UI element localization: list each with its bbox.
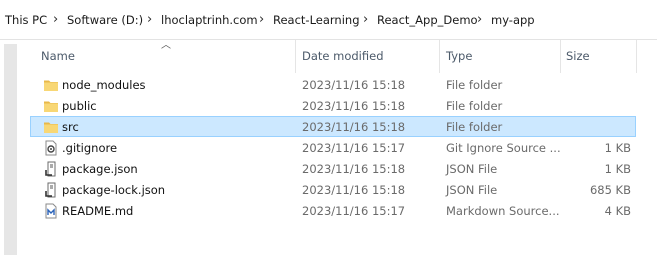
column-divider[interactable] bbox=[295, 40, 296, 73]
file-size: 685 KB bbox=[589, 183, 631, 197]
file-name: node_modules bbox=[62, 78, 146, 92]
chevron-right-icon[interactable]: › bbox=[147, 12, 152, 27]
breadcrumb-item-software-drive[interactable]: Software (D:) bbox=[67, 13, 143, 27]
list-item[interactable]: node_modules 2023/11/16 15:18 File folde… bbox=[30, 74, 636, 95]
file-date-modified: 2023/11/16 15:17 bbox=[302, 204, 406, 218]
list-item[interactable]: .gitignore 2023/11/16 15:17 Git Ignore S… bbox=[30, 137, 636, 158]
column-divider[interactable] bbox=[560, 40, 561, 73]
file-name: package.json bbox=[62, 162, 138, 176]
file-name: public bbox=[62, 99, 97, 113]
breadcrumb-item-react-app-demo[interactable]: React_App_Demo bbox=[377, 13, 478, 27]
column-header-date-modified[interactable]: Date modified bbox=[302, 49, 384, 63]
file-name: src bbox=[62, 120, 79, 134]
sort-ascending-icon: ︿ bbox=[161, 40, 171, 51]
file-type: File folder bbox=[446, 120, 503, 134]
breadcrumb-item-my-app[interactable]: my-app bbox=[491, 13, 535, 27]
file-type: Git Ignore Source ... bbox=[446, 141, 561, 155]
column-header-row: ︿ Name Date modified Type Size bbox=[30, 40, 657, 74]
file-date-modified: 2023/11/16 15:18 bbox=[302, 120, 406, 134]
column-divider[interactable] bbox=[636, 40, 637, 73]
chevron-right-icon[interactable]: › bbox=[477, 12, 482, 27]
column-divider[interactable] bbox=[439, 40, 440, 73]
folder-icon bbox=[43, 77, 59, 93]
markdown-file-icon bbox=[43, 203, 59, 219]
list-item[interactable]: package.json 2023/11/16 15:18 JSON File … bbox=[30, 158, 636, 179]
list-item[interactable]: README.md 2023/11/16 15:17 Markdown Sour… bbox=[30, 200, 636, 221]
column-header-type[interactable]: Type bbox=[446, 49, 472, 63]
breadcrumb: This PC › Software (D:) › lhoclaptrinh.c… bbox=[0, 0, 657, 40]
file-type: JSON File bbox=[446, 162, 498, 176]
file-size: 1 KB bbox=[604, 141, 631, 155]
chevron-right-icon[interactable]: › bbox=[53, 12, 58, 27]
file-date-modified: 2023/11/16 15:17 bbox=[302, 141, 406, 155]
gear-file-icon bbox=[43, 140, 59, 156]
folder-icon bbox=[43, 119, 59, 135]
file-type: File folder bbox=[446, 78, 503, 92]
breadcrumb-item-lhoclaptrinh[interactable]: lhoclaptrinh.com bbox=[161, 13, 258, 27]
file-type: JSON File bbox=[446, 183, 498, 197]
list-item[interactable]: package-lock.json 2023/11/16 15:18 JSON … bbox=[30, 179, 636, 200]
list-item[interactable]: public 2023/11/16 15:18 File folder bbox=[30, 95, 636, 116]
file-type: File folder bbox=[446, 99, 503, 113]
folder-icon bbox=[43, 98, 59, 114]
file-type: Markdown Source... bbox=[446, 204, 560, 218]
breadcrumb-item-this-pc[interactable]: This PC bbox=[5, 13, 47, 27]
file-date-modified: 2023/11/16 15:18 bbox=[302, 99, 406, 113]
chevron-right-icon[interactable]: › bbox=[259, 12, 264, 27]
column-header-name[interactable]: Name bbox=[41, 49, 75, 63]
column-header-size[interactable]: Size bbox=[566, 49, 590, 63]
file-size: 1 KB bbox=[604, 162, 631, 176]
file-name: .gitignore bbox=[62, 141, 118, 155]
file-date-modified: 2023/11/16 15:18 bbox=[302, 183, 406, 197]
list-item-selected[interactable]: src 2023/11/16 15:18 File folder bbox=[30, 116, 636, 137]
file-date-modified: 2023/11/16 15:18 bbox=[302, 162, 406, 176]
file-name: package-lock.json bbox=[62, 183, 166, 197]
json-file-icon bbox=[43, 182, 59, 198]
file-size: 4 KB bbox=[604, 204, 631, 218]
navigation-pane bbox=[0, 40, 18, 255]
breadcrumb-item-react-learning[interactable]: React-Learning bbox=[273, 13, 360, 27]
file-date-modified: 2023/11/16 15:18 bbox=[302, 78, 406, 92]
file-name: README.md bbox=[62, 204, 134, 218]
nav-pane-scrollbar[interactable] bbox=[4, 44, 17, 255]
chevron-right-icon[interactable]: › bbox=[363, 12, 368, 27]
json-file-icon bbox=[43, 161, 59, 177]
